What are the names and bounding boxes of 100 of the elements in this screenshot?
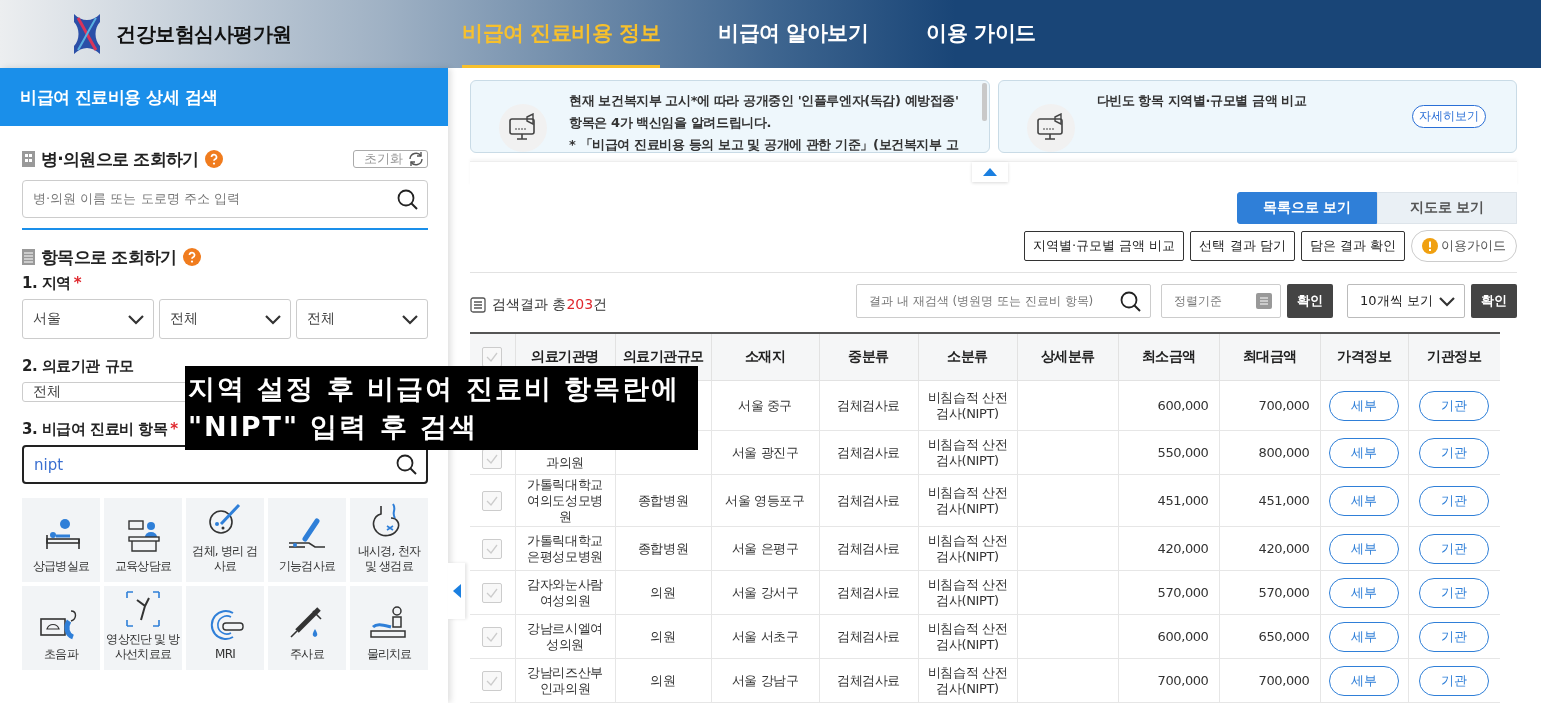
details-button[interactable]: 세부 [1329, 533, 1399, 564]
category-tile[interactable]: 물리치료 [350, 586, 428, 670]
checkbox[interactable] [482, 582, 503, 603]
institution-button[interactable]: 기관 [1419, 437, 1490, 468]
category-tile[interactable]: MRI [186, 586, 264, 670]
column-header: 상세분류 [1017, 333, 1118, 381]
details-button[interactable]: 세부 [1329, 577, 1399, 608]
category-tile[interactable]: 검체, 병리 검사료 [186, 498, 264, 582]
logo-text[interactable]: 건강보험심사평가원 [116, 20, 292, 48]
table-cell: 의원 [650, 628, 676, 644]
institution-button[interactable]: 기관 [1419, 665, 1490, 696]
notice-text: 현재 보건복지부 고시*에 따라 공개중인 '인플루엔자(독감) 예방접종' [569, 92, 959, 110]
table-cell: 570,000 [1258, 584, 1310, 600]
research-field[interactable]: 결과 내 재검색 (병원명 또는 진료비 항목) [856, 284, 1151, 318]
table-cell: 종합병원 [637, 492, 689, 508]
region-select[interactable]: 서울 [22, 299, 154, 339]
details-button[interactable]: 세부 [1329, 665, 1399, 696]
category-tile[interactable]: 영상진단 및 방사선치료료 [104, 586, 182, 670]
table-cell: 700,000 [1258, 397, 1310, 413]
checkbox[interactable] [482, 490, 503, 511]
table-cell: 700,000 [1157, 672, 1209, 688]
help-icon[interactable] [204, 150, 223, 168]
column-header: 중분류 [819, 333, 918, 381]
table-cell: 검체검사료 [837, 584, 900, 600]
field-label: 2. 의료기관 규모 [22, 357, 134, 376]
column-header: 최소금액 [1118, 333, 1219, 381]
list-icon [22, 249, 35, 265]
checkbox[interactable] [482, 670, 503, 691]
guide-button[interactable]: 이용가이드 [1411, 230, 1517, 262]
action-button[interactable]: 지역별·규모별 금액 비교 [1024, 231, 1185, 261]
table-cell: 420,000 [1258, 540, 1310, 556]
action-button[interactable]: 선택 결과 담기 [1190, 231, 1295, 261]
sort-field[interactable]: 정렬기준 [1161, 284, 1281, 318]
page-size-select[interactable]: 10개씩 보기 [1347, 284, 1465, 318]
category-tile[interactable]: 상급병실료 [22, 498, 100, 582]
table-cell: 강남리즈산부 인과의원 [527, 664, 603, 696]
document-icon [470, 297, 486, 313]
table-cell: 비침습적 산전 검사(NIPT) [927, 576, 1008, 608]
search-icon[interactable] [396, 187, 419, 211]
search-icon[interactable] [1119, 289, 1142, 313]
section-heading: 병·의원으로 조회하기 [41, 147, 199, 171]
details-button[interactable]: 세부 [1329, 437, 1399, 468]
collapse-left-icon[interactable] [452, 584, 461, 598]
table-cell: 비침습적 산전 검사(NIPT) [927, 436, 1008, 468]
category-tile[interactable]: 주사료 [268, 586, 346, 670]
institution-button[interactable]: 기관 [1419, 485, 1490, 516]
column-header: 소분류 [918, 333, 1017, 381]
nav-tab[interactable]: 비급여 알아보기 [718, 0, 869, 68]
details-button[interactable]: 세부 [1329, 390, 1399, 421]
column-header: 기관정보 [1408, 333, 1500, 381]
category-tile[interactable]: 초음파 [22, 586, 100, 670]
institution-button[interactable]: 기관 [1419, 390, 1490, 421]
notice-text: 다빈도 항목 지역별·규모별 금액 비교 [1096, 92, 1307, 110]
category-tile[interactable]: 내시경, 천자 및 생검료 [350, 498, 428, 582]
action-button[interactable]: 담은 결과 확인 [1300, 231, 1405, 261]
details-button[interactable]: 자세히보기 [1412, 105, 1486, 128]
institution-button[interactable]: 기관 [1419, 577, 1490, 608]
table-cell: 비침습적 산전 검사(NIPT) [927, 664, 1008, 696]
search-icon[interactable] [395, 453, 418, 476]
field-label: 1. 지역 * [22, 274, 82, 293]
scrollbar[interactable] [981, 83, 987, 121]
checkbox[interactable] [482, 538, 503, 559]
caption-overlay: 지역 설정 후 비급여 진료비 항목란에 "NIPT" 입력 후 검색 [185, 366, 698, 450]
checkbox[interactable] [482, 448, 503, 469]
table-cell: 451,000 [1157, 492, 1209, 508]
institution-button[interactable]: 기관 [1419, 621, 1490, 652]
table-cell: 가톨릭대학교 여의도성모병원 [527, 476, 603, 524]
table-cell: 비침습적 산전 검사(NIPT) [927, 484, 1008, 516]
category-tile[interactable]: 교육상담료 [104, 498, 182, 582]
category-tile[interactable]: 기능검사료 [268, 498, 346, 582]
table-cell: 검체검사료 [837, 397, 900, 413]
view-tab[interactable]: 지도로 보기 [1377, 192, 1517, 224]
view-tab[interactable]: 목록으로 보기 [1237, 192, 1377, 224]
region-select[interactable]: 전체 [296, 299, 428, 339]
table-cell: 서울 서초구 [731, 628, 799, 644]
table-cell: 서울 강서구 [731, 584, 799, 600]
table-cell: 650,000 [1258, 628, 1310, 644]
section-heading: 항목으로 조회하기 [41, 245, 177, 269]
nav-tab[interactable]: 이용 가이드 [926, 0, 1036, 68]
collapse-up-icon[interactable] [982, 168, 997, 176]
table-cell: 600,000 [1157, 397, 1209, 413]
field-label: 3. 비급여 진료비 항목 * [22, 420, 178, 439]
table-cell: 강남르시엘여 성의원 [527, 620, 603, 652]
checkbox[interactable] [482, 626, 503, 647]
details-button[interactable]: 세부 [1329, 621, 1399, 652]
help-icon[interactable] [182, 248, 201, 266]
details-button[interactable]: 세부 [1329, 485, 1399, 516]
table-cell: 비침습적 산전 검사(NIPT) [927, 532, 1008, 564]
confirm-button[interactable]: 확인 [1471, 284, 1517, 318]
region-select[interactable]: 전체 [159, 299, 291, 339]
table-cell: 검체검사료 [837, 628, 900, 644]
checkbox[interactable] [482, 347, 503, 367]
refresh-icon [407, 150, 425, 168]
table-cell: 서울 강남구 [731, 672, 799, 688]
confirm-button[interactable]: 확인 [1287, 284, 1333, 318]
table-cell: 800,000 [1258, 444, 1310, 460]
table-cell: 검체검사료 [837, 492, 900, 508]
institution-button[interactable]: 기관 [1419, 533, 1490, 564]
search-field[interactable]: 병·의원 이름 또는 도로명 주소 입력 [22, 180, 428, 218]
warning-icon [1422, 238, 1438, 254]
